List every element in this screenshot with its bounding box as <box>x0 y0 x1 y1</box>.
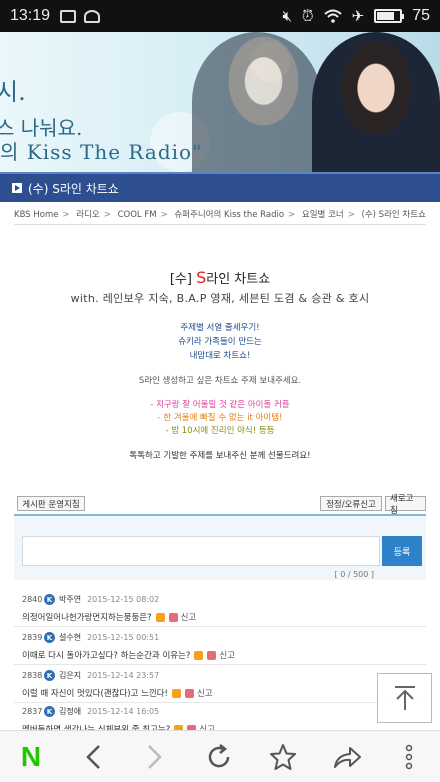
banner-photo-left <box>192 32 322 172</box>
more-menu-button[interactable] <box>378 731 440 782</box>
breadcrumb: KBS Home > 라디오 > COOL FM > 슈퍼주니어의 Kiss the … <box>14 210 426 220</box>
breadcrumb-item: (수) S라인 차트쇼 <box>361 210 426 220</box>
banner-text-1: 시. <box>0 78 26 106</box>
comment-text: 의정어일어나헌가랑먼지하는뭉둥은? <box>22 613 152 623</box>
title-prefix: [수] <box>169 272 197 287</box>
comment-number: 2838 <box>22 671 43 680</box>
bookmark-star-icon <box>270 744 296 770</box>
refresh-board-button[interactable]: 새로고침 <box>385 494 426 516</box>
wifi-icon <box>323 9 342 23</box>
status-time: 13:19 <box>10 7 51 24</box>
page-title: [수] S라인 차트쇼 <box>0 268 440 287</box>
description-line: 주제별 서열 줄세우기! <box>180 323 260 333</box>
report-link[interactable]: 신고 <box>219 649 235 661</box>
reply-icon[interactable] <box>155 612 165 622</box>
siren-icon[interactable] <box>207 650 217 660</box>
comment-date: 2015-12-14 16:05 <box>87 707 160 716</box>
breadcrumb-item[interactable]: 라디오 <box>76 210 99 220</box>
refresh-button[interactable] <box>188 731 250 782</box>
siren-icon[interactable] <box>184 688 194 698</box>
airplane-icon: ✈︎ <box>351 6 365 25</box>
comment-text: 이때로 다시 돌아가고싶다? 하는순간과 이유는? <box>22 651 191 661</box>
back-button[interactable] <box>62 731 124 782</box>
divider <box>14 224 426 225</box>
example-line: - 밤 10시에 진리인 야식! 등등 <box>165 426 275 436</box>
comment-number: 2840 <box>22 595 43 604</box>
comment-date: 2015-12-14 23:57 <box>87 671 160 680</box>
refresh-icon <box>208 744 230 768</box>
comment-number: 2837 <box>22 707 43 716</box>
more-icon <box>405 744 413 770</box>
k-badge-icon: K <box>44 594 55 605</box>
program-banner: 시. 스 나눠요. 의 Kiss The Radio" <box>0 32 440 172</box>
invite-text: S라인 생성하고 싶은 차트쇼 주제 보내주세요. <box>138 376 302 386</box>
comment-author[interactable]: 김은지 <box>59 670 81 681</box>
comment-input[interactable] <box>22 536 380 566</box>
submit-button[interactable]: 등록 <box>382 536 422 566</box>
banner-photo-right <box>312 32 440 172</box>
battery-text: 75 <box>412 7 430 24</box>
comment-author[interactable]: 설수현 <box>59 632 81 643</box>
naver-logo: N <box>20 741 42 772</box>
section-title: (수) S라인 차트쇼 <box>28 181 119 196</box>
image-icon <box>60 9 77 23</box>
comment-number: 2839 <box>22 633 43 642</box>
bookmark-button[interactable] <box>252 731 314 782</box>
board-rules-button[interactable]: 게시판 운영지침 <box>17 496 85 511</box>
comment-text: 이럴 때 자신이 멋있다(괜찮다)고 느낀다! <box>22 689 168 699</box>
report-link[interactable]: 신고 <box>181 611 197 623</box>
arrow-up-icon <box>394 686 415 710</box>
mute-icon: 🔇︎ <box>282 6 292 25</box>
comment-row: 2838 K 김은지 2015-12-14 23:57 이럴 때 자신이 멋있다… <box>14 666 426 703</box>
status-bar: 13:19 🔇︎ ⏰︎ ✈︎ 75 <box>0 0 440 32</box>
share-icon <box>334 747 361 768</box>
breadcrumb-item[interactable]: 요일별 코너 <box>302 210 344 220</box>
section-title-bar: (수) S라인 차트쇼 <box>0 172 440 202</box>
k-badge-icon: K <box>44 670 55 681</box>
banner-text-3: 의 Kiss The Radio" <box>0 140 203 164</box>
breadcrumb-item[interactable]: KBS Home <box>14 210 58 220</box>
comment-date: 2015-12-15 00:51 <box>87 633 160 642</box>
report-correction-button[interactable]: 정정/오류신고 <box>320 496 382 511</box>
forward-icon <box>148 745 162 769</box>
comment-date: 2015-12-15 08:02 <box>87 595 160 604</box>
title-s-letter: S <box>196 268 207 287</box>
comment-author[interactable]: 박주연 <box>59 594 81 605</box>
play-bullet-icon <box>12 183 22 193</box>
example-line: - 지구랑 잘 어울릴 것 같은 아이돌 커플 <box>150 400 290 410</box>
naver-home-button[interactable]: N <box>0 731 62 782</box>
battery-fill <box>377 12 394 20</box>
comment-row: 2840 K 박주연 2015-12-15 08:02 의정어일어나헌가랑먼지하… <box>14 590 426 627</box>
reply-icon[interactable] <box>194 650 204 660</box>
char-counter: [ 0 / 500 ] <box>334 570 374 579</box>
k-badge-icon: K <box>44 706 55 717</box>
comment-write-box: 등록 [ 0 / 500 ] <box>14 514 426 580</box>
description-line: 슈키라 가족들이 만드는 <box>178 337 262 347</box>
forward-button[interactable] <box>124 731 186 782</box>
notification-icon <box>84 9 101 23</box>
title-rest: 라인 차트쇼 <box>206 272 271 287</box>
scroll-to-top-button[interactable] <box>377 673 432 723</box>
page-subtitle: with. 레인보우 지숙, B.A.P 영재, 세븐틴 도겸 & 승관 & 호… <box>70 292 370 305</box>
report-link[interactable]: 신고 <box>197 687 213 699</box>
siren-icon[interactable] <box>168 612 178 622</box>
example-line: - 한 겨울에 빠질 수 없는 it 아이템! <box>157 413 283 423</box>
browser-bottom-nav: N <box>0 730 440 782</box>
breadcrumb-item[interactable]: COOL FM <box>118 210 157 220</box>
breadcrumb-item[interactable]: 슈퍼주니어의 Kiss the Radio <box>174 210 284 220</box>
closing-text: 톡톡하고 기발한 주제를 보내주신 분께 선물드려요! <box>129 451 311 461</box>
battery-icon <box>374 9 405 23</box>
comment-author[interactable]: 김정애 <box>59 706 81 717</box>
alarm-icon: ⏰︎ <box>301 6 314 25</box>
reply-icon[interactable] <box>171 688 181 698</box>
share-button[interactable] <box>316 731 378 782</box>
back-icon <box>86 745 100 769</box>
description-line: 내맘대로 차트쇼! <box>189 351 251 361</box>
comment-row: 2839 K 설수현 2015-12-15 00:51 이때로 다시 돌아가고싶… <box>14 628 426 665</box>
k-badge-icon: K <box>44 632 55 643</box>
